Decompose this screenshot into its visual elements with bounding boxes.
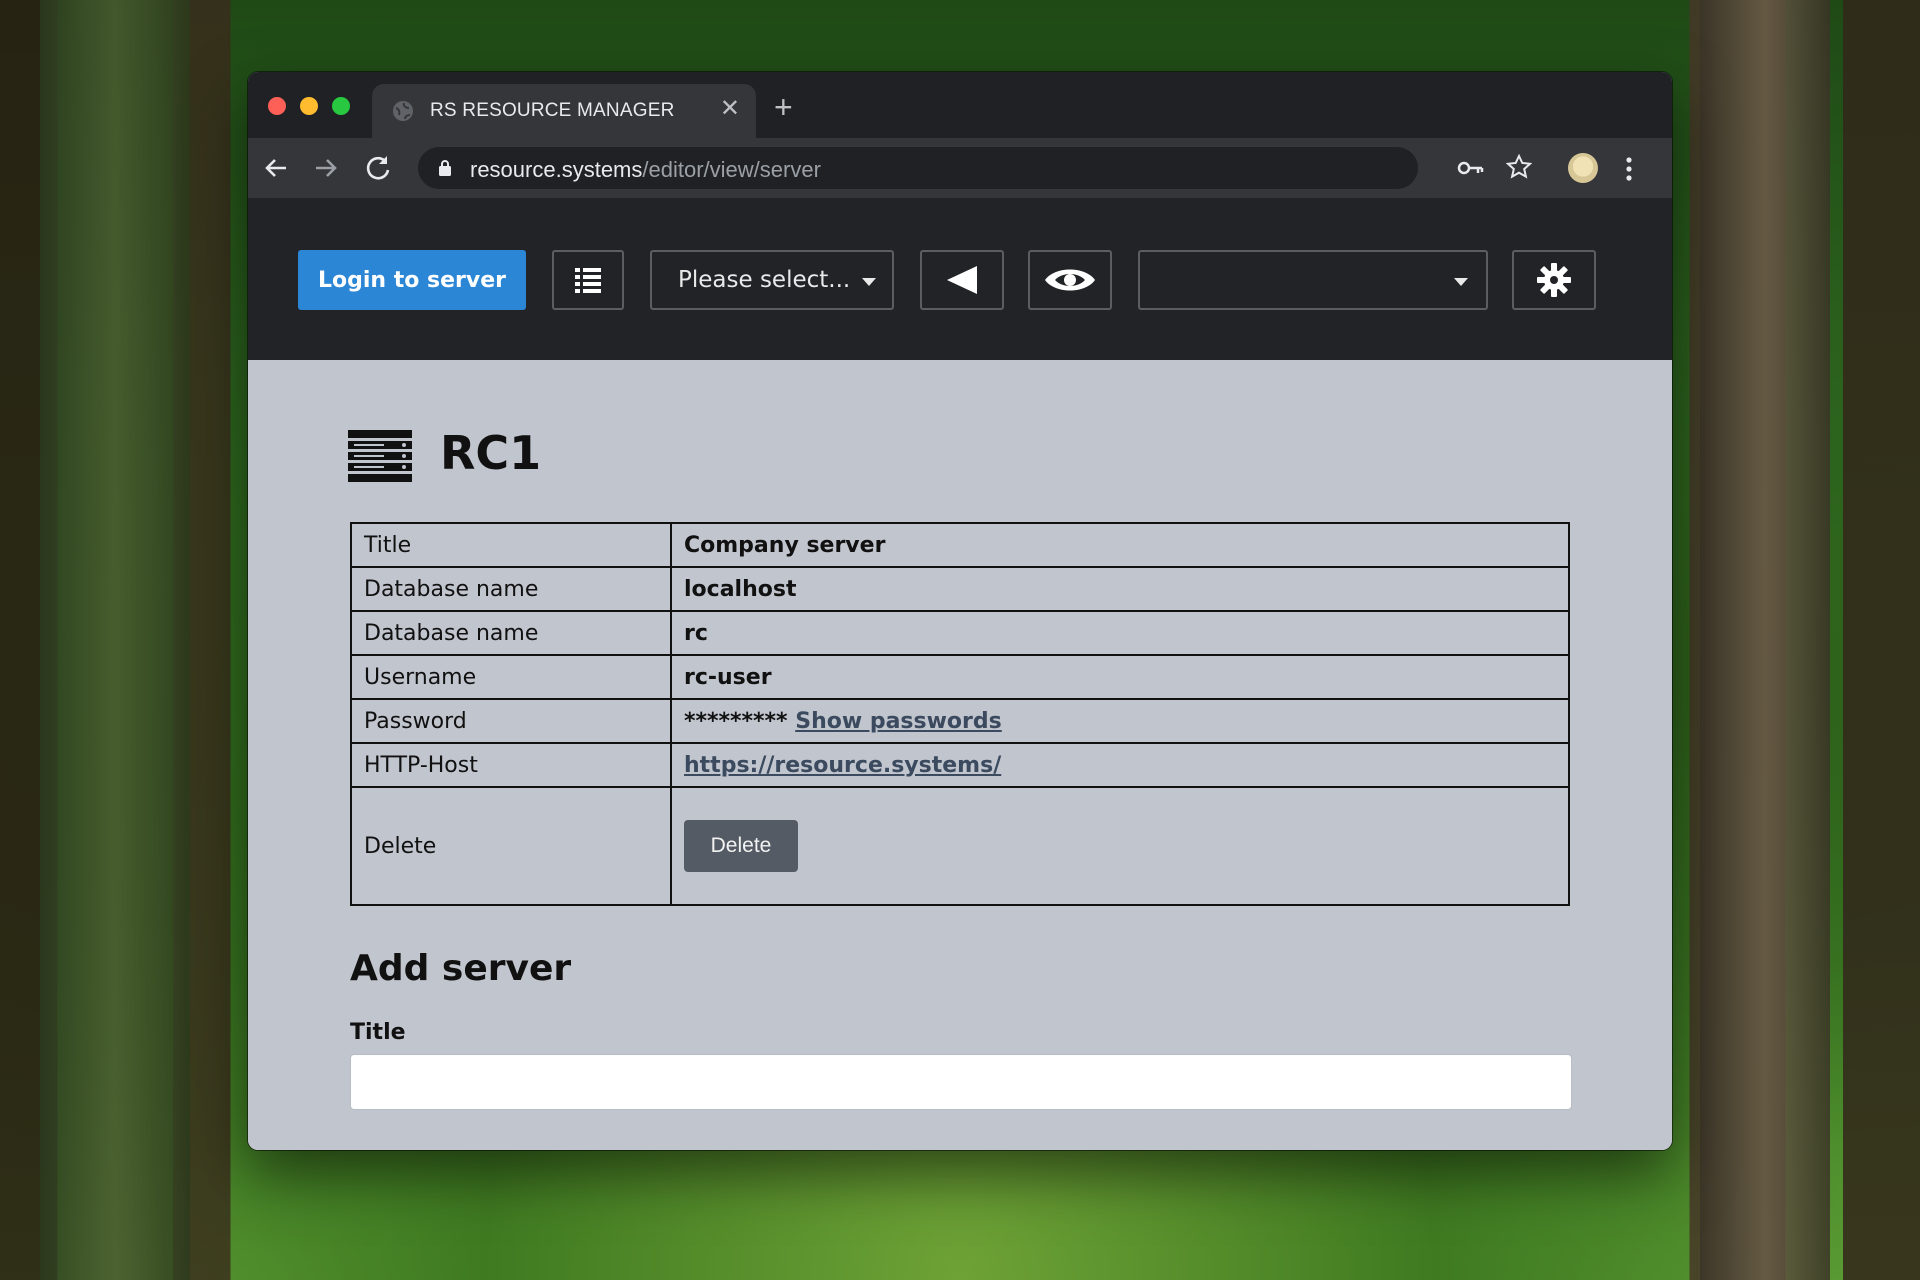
app-toolbar: Login to server Please select... [248, 198, 1672, 360]
row-value: localhost [670, 566, 1570, 612]
settings-button[interactable] [1512, 250, 1596, 310]
list-button[interactable] [552, 250, 624, 310]
back-arrow-icon[interactable] [260, 152, 292, 184]
delete-cell: Delete [670, 786, 1570, 906]
view-button[interactable] [1028, 250, 1112, 310]
browser-tab[interactable]: RS RESOURCE MANAGER ✕ [372, 84, 756, 138]
back-button[interactable] [920, 250, 1004, 310]
title-input[interactable] [350, 1054, 1572, 1110]
http-host-cell: https://resource.systems/ [670, 742, 1570, 788]
row-value: rc [670, 610, 1570, 656]
login-button[interactable]: Login to server [298, 250, 526, 310]
table-row: Delete Delete [350, 786, 1570, 906]
menu-icon[interactable] [1624, 154, 1634, 184]
row-label: Username [350, 654, 672, 700]
table-row: Title Company server [350, 522, 1570, 568]
eye-icon [1045, 269, 1095, 291]
title-field-label: Title [350, 1020, 406, 1045]
server-icon [348, 430, 412, 482]
minimize-window-button[interactable] [300, 97, 318, 115]
url-text: resource.systems/editor/view/server [470, 157, 821, 182]
chevron-down-icon [1454, 278, 1468, 286]
table-row: Password ********* Show passwords [350, 698, 1570, 744]
masked-password: ********* [684, 708, 788, 734]
page-title: RC1 [440, 426, 542, 480]
row-value: rc-user [670, 654, 1570, 700]
row-label: Database name [350, 566, 672, 612]
tab-bar: RS RESOURCE MANAGER ✕ + [248, 72, 1672, 138]
new-tab-button[interactable]: + [774, 91, 793, 123]
server-select[interactable]: Please select... [650, 250, 894, 310]
star-icon[interactable] [1506, 154, 1532, 180]
forward-arrow-icon[interactable] [310, 152, 342, 184]
gear-icon [1537, 263, 1571, 297]
add-server-heading: Add server [350, 948, 572, 989]
row-value: Company server [670, 522, 1570, 568]
row-label: Delete [350, 786, 672, 906]
row-label: Title [350, 522, 672, 568]
chevron-down-icon [862, 278, 876, 286]
select-value: Please select... [678, 267, 851, 293]
table-row: Database name rc [350, 610, 1570, 656]
url-field[interactable]: resource.systems/editor/view/server [418, 147, 1418, 189]
list-icon [575, 268, 601, 293]
close-window-button[interactable] [268, 97, 286, 115]
browser-window: RS RESOURCE MANAGER ✕ + resource.systems… [248, 72, 1672, 1150]
row-label: Password [350, 698, 672, 744]
key-icon[interactable] [1456, 156, 1484, 180]
delete-button[interactable]: Delete [684, 820, 798, 872]
reload-icon[interactable] [362, 152, 394, 184]
show-passwords-link[interactable]: Show passwords [795, 709, 1002, 734]
resource-select[interactable] [1138, 250, 1488, 310]
tab-title: RS RESOURCE MANAGER [430, 100, 675, 121]
lock-icon [439, 160, 451, 176]
address-bar: resource.systems/editor/view/server [248, 138, 1672, 198]
row-label: Database name [350, 610, 672, 656]
avatar[interactable] [1568, 153, 1598, 183]
table-row: HTTP-Host https://resource.systems/ [350, 742, 1570, 788]
http-host-link[interactable]: https://resource.systems/ [684, 753, 1001, 778]
row-label: HTTP-Host [350, 742, 672, 788]
table-row: Username rc-user [350, 654, 1570, 700]
server-details-table: Title Company server Database name local… [350, 522, 1570, 906]
table-row: Database name localhost [350, 566, 1570, 612]
maximize-window-button[interactable] [332, 97, 350, 115]
password-cell: ********* Show passwords [670, 698, 1570, 744]
back-triangle-icon [947, 266, 977, 294]
close-tab-icon[interactable]: ✕ [720, 97, 740, 121]
globe-icon [393, 101, 413, 121]
main-content: RC1 Title Company server Database name l… [248, 360, 1672, 1150]
